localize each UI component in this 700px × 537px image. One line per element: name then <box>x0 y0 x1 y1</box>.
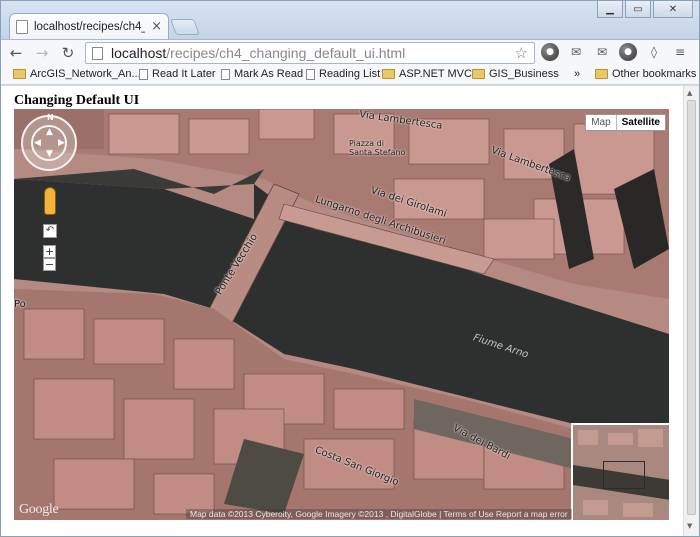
mail-extension-icon[interactable]: ✉ <box>567 43 585 61</box>
bookmark-item[interactable]: ASP.NET MVC <box>382 68 472 80</box>
overview-viewport-box[interactable] <box>603 461 645 489</box>
map-type-map-button[interactable]: Map <box>586 115 615 130</box>
scroll-down-icon[interactable]: ▼ <box>687 522 692 530</box>
pin-extension-icon[interactable]: ● <box>619 43 637 61</box>
bookmark-item[interactable]: GIS_Business <box>472 68 559 80</box>
pan-control[interactable]: N ▲ ▼ ◀ ▶ <box>21 113 77 171</box>
menu-icon[interactable]: ≡ <box>671 43 689 61</box>
rotate-icon[interactable]: ↶ <box>43 224 57 238</box>
bookmark-item[interactable]: ArcGIS_Network_An... <box>13 68 141 80</box>
pan-arrows-icon[interactable]: ▲ ▼ ◀ ▶ <box>31 125 67 161</box>
new-tab-button[interactable] <box>170 19 200 35</box>
compass-north-label: N <box>47 113 54 122</box>
bookmarks-overflow-button[interactable]: » <box>574 68 580 80</box>
bookmark-item[interactable]: Read It Later <box>139 68 216 80</box>
globe-extension-icon[interactable]: ● <box>541 43 559 61</box>
url-path: /recipes/ch4_changing_default_ui.html <box>166 45 406 61</box>
google-logo: Google <box>19 502 59 517</box>
street-label: Po <box>14 299 26 310</box>
page-icon <box>92 46 103 60</box>
minimize-button[interactable]: ▁ <box>597 1 623 18</box>
back-button[interactable]: ← <box>5 42 27 64</box>
address-bar[interactable]: localhost/recipes/ch4_changing_default_u… <box>85 42 535 64</box>
map-type-control: Map Satellite <box>585 114 666 131</box>
forward-button[interactable]: → <box>31 42 53 64</box>
place-label: Piazza di Santa Stefano <box>349 139 406 157</box>
zoom-out-button[interactable]: − <box>43 258 56 271</box>
url-host: localhost <box>111 45 167 61</box>
close-window-button[interactable]: ✕ <box>653 1 693 18</box>
page-icon <box>16 19 28 34</box>
scroll-thumb[interactable] <box>687 100 696 515</box>
title-bar: localhost/recipes/ch4_cha × ▁ ▭ ✕ <box>1 1 699 39</box>
bookmark-item[interactable]: Reading List <box>306 68 380 80</box>
browser-window: localhost/recipes/ch4_cha × ▁ ▭ ✕ ← → ↻ … <box>0 0 700 537</box>
folder-icon <box>13 69 26 79</box>
page-icon <box>139 68 148 80</box>
browser-tab[interactable]: localhost/recipes/ch4_cha × <box>9 13 169 39</box>
scroll-up-icon[interactable]: ▲ <box>687 89 692 97</box>
bookmark-star-icon[interactable]: ☆ <box>515 44 528 62</box>
shield-extension-icon[interactable]: ◊ <box>645 43 663 61</box>
tab-title: localhost/recipes/ch4_cha <box>34 20 145 33</box>
map-attribution: Map data ©2013 Cyberoity, Google Imagery… <box>186 509 572 519</box>
bookmark-item[interactable]: Mark As Read <box>221 68 303 80</box>
street-view-pegman-icon[interactable] <box>44 187 56 215</box>
vertical-scrollbar[interactable]: ▲ ▼ <box>683 86 699 536</box>
close-tab-icon[interactable]: × <box>151 19 162 34</box>
map-canvas[interactable]: Via Lambertesca Via Lambertesca Piazza d… <box>14 109 669 520</box>
bookmark-item[interactable]: Other bookmarks <box>595 68 696 80</box>
maximize-button[interactable]: ▭ <box>625 1 651 18</box>
page-viewport: Changing Default UI Via Lambertesca Via … <box>1 86 699 536</box>
page-icon <box>221 68 230 80</box>
zoom-in-button[interactable]: + <box>43 245 56 258</box>
reload-button[interactable]: ↻ <box>57 42 79 64</box>
folder-icon <box>472 69 485 79</box>
folder-icon <box>595 69 608 79</box>
overview-map[interactable] <box>571 423 669 520</box>
page-title: Changing Default UI <box>14 93 140 108</box>
folder-icon <box>382 69 395 79</box>
mail-checker-icon[interactable]: ✉ <box>593 43 611 61</box>
bookmarks-bar: ArcGIS_Network_An... Read It Later Mark … <box>1 65 699 85</box>
browser-toolbar: ← → ↻ localhost/recipes/ch4_changing_def… <box>1 39 699 65</box>
page-icon <box>306 68 315 80</box>
map-type-satellite-button[interactable]: Satellite <box>615 115 665 130</box>
